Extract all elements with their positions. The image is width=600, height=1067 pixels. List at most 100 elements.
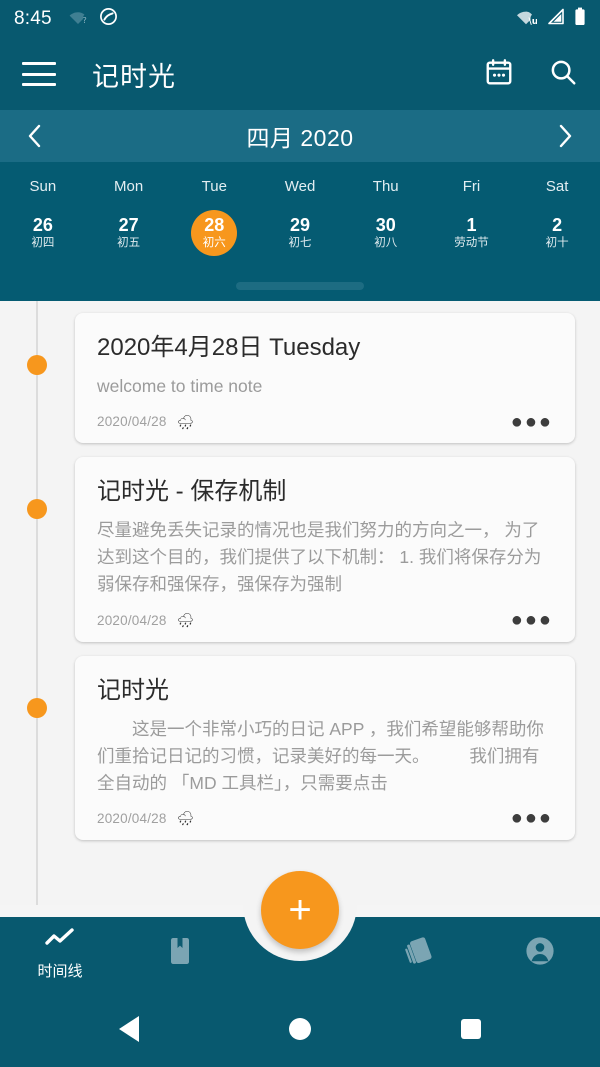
bottom-nav-item-account[interactable] xyxy=(480,936,600,971)
app-root: 8:45 ? \u00d7 xyxy=(0,0,600,1067)
timeline-scroll-area[interactable]: 2020年4月28日 Tuesday welcome to time note 20… xyxy=(0,301,600,905)
entry-footer: 2020/04/28 🌧 ●●● xyxy=(97,610,553,630)
recents-square-icon[interactable] xyxy=(461,1018,481,1039)
calendar-week-strip: Sun Mon Tue Wed Thu Fri Sat 26 初四 27 初五 28 初六 29 初七 30… xyxy=(0,162,600,301)
calendar-day-circle: 29 初七 xyxy=(277,210,323,256)
rain-cloud-icon: 🌧 xyxy=(176,413,195,430)
calendar-day-circle: 27 初五 xyxy=(106,210,152,256)
weekday-label: Sat xyxy=(545,178,569,195)
bottom-nav-item-timeline[interactable]: 时间线 xyxy=(0,927,120,981)
entry-footer: 2020/04/28 🌧 ●●● xyxy=(97,808,553,828)
rain-cloud-icon: 🌧 xyxy=(176,612,195,628)
calendar-day-cell[interactable]: 2 初十 xyxy=(514,201,600,265)
bottom-nav-label-timeline: 时间线 xyxy=(37,962,83,980)
next-month-button[interactable] xyxy=(548,119,582,153)
status-bar-clock: 8:45 xyxy=(14,8,52,29)
wifi-question-icon: ? xyxy=(68,9,88,30)
back-triangle-icon[interactable] xyxy=(119,1015,139,1042)
calendar-day-lunar: 初十 xyxy=(545,236,569,249)
dnd-icon xyxy=(99,7,118,31)
entry-more-button[interactable]: ●●● xyxy=(511,610,553,630)
weekday-label: Sun xyxy=(29,178,57,195)
calendar-day-cell[interactable]: 30 初八 xyxy=(343,201,429,265)
timeline-icon xyxy=(44,927,76,956)
month-label: 四月 2020 xyxy=(246,125,354,151)
entry-title: 2020年4月28日 Tuesday xyxy=(97,334,361,361)
weekday-label: Fri xyxy=(462,178,481,195)
calendar-day-cell[interactable]: 26 初四 xyxy=(0,201,86,265)
calendar-day-number: 30 xyxy=(375,214,396,235)
timeline-entry-list: 2020年4月28日 Tuesday welcome to time note 20… xyxy=(0,301,600,840)
timeline-dot xyxy=(27,697,47,718)
add-entry-fab[interactable]: + xyxy=(261,871,339,949)
status-bar-left-icons: ? xyxy=(68,7,118,31)
account-circle-icon xyxy=(525,936,555,971)
calendar-day-number: 2 xyxy=(552,214,563,235)
home-circle-icon[interactable] xyxy=(289,1017,311,1040)
add-icon: + xyxy=(288,888,312,932)
entry-more-button[interactable]: ●●● xyxy=(511,412,553,432)
prev-month-button[interactable] xyxy=(18,119,52,153)
calendar-day-cell[interactable]: 27 初五 xyxy=(86,201,172,265)
calendar-day-cell[interactable]: 1 劳动节 xyxy=(429,201,515,265)
calendar-day-circle: 28 初六 xyxy=(191,210,238,256)
calendar-expand-handle[interactable] xyxy=(0,271,600,301)
bookmark-icon xyxy=(168,936,192,971)
android-navigation-bar xyxy=(0,990,600,1067)
entry-date: 2020/04/28 xyxy=(97,612,167,628)
calendar-day-number: 28 xyxy=(204,214,225,235)
calendar-day-cell[interactable]: 28 初六 xyxy=(171,201,257,265)
app-bar: 记时光 xyxy=(0,38,600,110)
hamburger-menu-icon[interactable] xyxy=(22,62,56,86)
app-bar-actions xyxy=(484,57,578,92)
svg-text:?: ? xyxy=(82,16,86,25)
calendar-day-cell[interactable]: 29 初七 xyxy=(257,201,343,265)
weekday-label: Tue xyxy=(201,178,227,195)
entry-title: 记时光 xyxy=(97,676,169,704)
calendar-day-lunar: 初四 xyxy=(31,236,55,249)
calendar-icon[interactable] xyxy=(484,57,514,92)
bottom-nav-item-cards[interactable] xyxy=(360,936,480,971)
bottom-nav-item-bookmark[interactable] xyxy=(120,936,240,971)
calendar-day-number: 26 xyxy=(32,214,53,235)
cards-stack-icon xyxy=(404,936,436,971)
drag-handle-bar xyxy=(236,282,364,290)
calendar-day-number: 27 xyxy=(118,214,139,235)
calendar-day-lunar: 初五 xyxy=(117,236,141,249)
calendar-day-lunar: 劳动节 xyxy=(454,236,489,249)
entry-date: 2020/04/28 xyxy=(97,810,167,826)
calendar-day-number: 29 xyxy=(290,214,311,235)
entry-title: 记时光 - 保存机制 xyxy=(97,478,287,506)
timeline-row: 2020年4月28日 Tuesday welcome to time note 20… xyxy=(0,313,600,444)
status-bar-right-icons: \u00d7 xyxy=(515,7,586,31)
timeline-row: 记时光 - 保存机制尽量避免丢失记录的情况也是我们努力的方向之一， 为了达到这个… xyxy=(0,457,600,642)
calendar-day-number: 1 xyxy=(466,214,477,235)
rain-cloud-icon: 🌧 xyxy=(176,810,195,827)
calendar-day-circle: 1 劳动节 xyxy=(448,210,494,256)
search-icon[interactable] xyxy=(548,57,578,92)
entry-body: 尽量避免丢失记录的情况也是我们努力的方向之一， 为了达到这个目的，我们提供了以下… xyxy=(97,520,542,595)
timeline-dot xyxy=(27,499,47,520)
calendar-day-circle: 26 初四 xyxy=(20,210,66,256)
wifi-off-icon: \u00d7 xyxy=(515,8,563,30)
weekday-header-row: Sun Mon Tue Wed Thu Fri Sat xyxy=(0,170,600,201)
calendar-day-lunar: 初八 xyxy=(374,236,398,249)
bottom-navigation-bar: + 时间线 xyxy=(0,871,600,990)
calendar-day-lunar: 初七 xyxy=(288,236,312,249)
weekday-label: Wed xyxy=(284,178,316,195)
entry-date: 2020/04/28 xyxy=(97,414,167,430)
timeline-entry-card[interactable]: 2020年4月28日 Tuesday welcome to time note 20… xyxy=(75,313,575,444)
calendar-day-circle: 30 初八 xyxy=(363,210,409,256)
app-title: 记时光 xyxy=(92,61,176,92)
entry-footer: 2020/04/28 🌧 ●●● xyxy=(97,412,553,432)
entry-more-button[interactable]: ●●● xyxy=(511,808,553,828)
weekday-label: Thu xyxy=(372,178,399,195)
timeline-entry-card[interactable]: 记时光 这是一个非常小巧的日记 APP ，我们希望能够帮助你们重拾记日记的习惯，… xyxy=(75,655,575,840)
calendar-day-lunar: 初六 xyxy=(202,236,226,249)
cellular-signal-icon xyxy=(546,8,565,30)
battery-full-icon xyxy=(574,7,586,31)
weekday-label: Mon xyxy=(113,178,144,195)
entry-body: 这是一个非常小巧的日记 APP ，我们希望能够帮助你们重拾记日记的习惯，记录美好… xyxy=(97,718,544,793)
calendar-date-row: 26 初四 27 初五 28 初六 29 初七 30 初八 1 劳动节 2 初十 xyxy=(0,201,600,271)
timeline-entry-card[interactable]: 记时光 - 保存机制尽量避免丢失记录的情况也是我们努力的方向之一， 为了达到这个… xyxy=(75,457,575,642)
